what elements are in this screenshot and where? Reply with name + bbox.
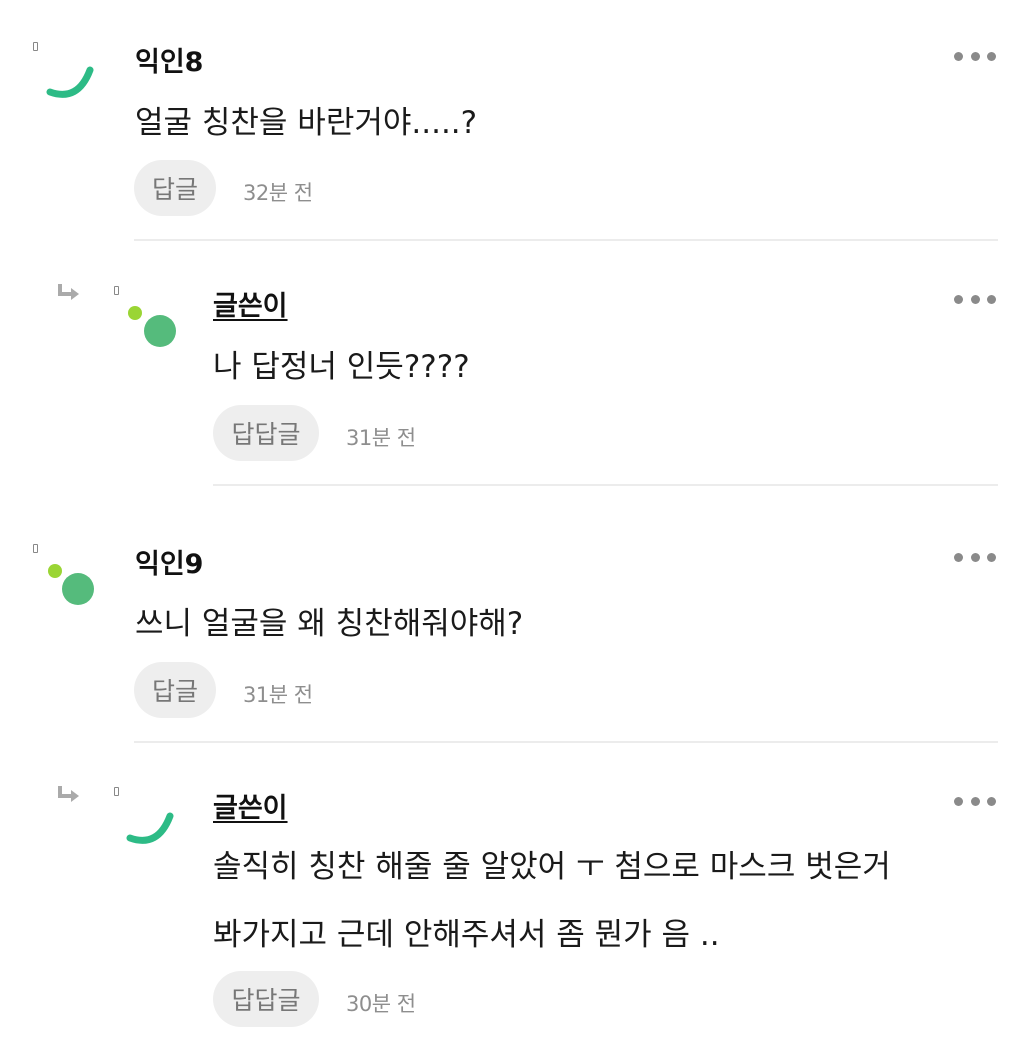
avatar-dots-icon: [48, 564, 94, 605]
profile-marker-icon: [114, 787, 119, 796]
comment-author[interactable]: 익인9: [135, 542, 203, 581]
profile-marker-icon: [33, 544, 38, 553]
divider: [213, 484, 998, 486]
more-dots-icon: [954, 51, 963, 61]
comment-timestamp: 31분 전: [243, 683, 313, 707]
comment-text: 쓰니 얼굴을 왜 칭찬해줘야해?: [135, 606, 524, 642]
more-options-button[interactable]: [954, 50, 996, 62]
avatar-arc-icon: [126, 812, 174, 844]
comment-timestamp: 30분 전: [346, 992, 416, 1016]
more-dots-icon: [954, 294, 963, 304]
divider: [134, 239, 998, 241]
comment-text: 얼굴 칭찬을 바란거야.....?: [135, 105, 478, 141]
profile-marker-icon: [33, 42, 38, 51]
more-options-button[interactable]: [954, 293, 996, 305]
profile-marker-icon: [114, 286, 119, 295]
more-dots-icon: [954, 552, 963, 562]
comment-text: 나 답정너 인듯????: [213, 349, 470, 385]
avatar-arc-icon: [46, 66, 94, 98]
reply-button[interactable]: 답글: [134, 160, 216, 216]
comment-author[interactable]: 글쓴이: [213, 786, 288, 825]
more-options-button[interactable]: [954, 551, 996, 563]
reply-arrow-icon: [58, 786, 79, 802]
reply-button[interactable]: 답글: [134, 662, 216, 718]
reply-button[interactable]: 답답글: [213, 971, 319, 1027]
comment-timestamp: 32분 전: [243, 181, 313, 205]
comment-timestamp: 31분 전: [346, 426, 416, 450]
avatar-dots-icon: [128, 306, 176, 347]
comment-author[interactable]: 익인8: [135, 40, 203, 79]
comment-text-line: 봐가지고 근데 안해주셔서 좀 뭔가 음 ..: [213, 917, 720, 953]
reply-button[interactable]: 답답글: [213, 405, 319, 461]
divider: [134, 741, 998, 743]
reply-arrow-icon: [58, 284, 79, 300]
comment-author[interactable]: 글쓴이: [213, 284, 288, 323]
more-options-button[interactable]: [954, 795, 996, 807]
comment-text-line: 솔직히 칭찬 해줄 줄 알았어 ㅜ 첨으로 마스크 벗은거: [213, 849, 891, 885]
more-dots-icon: [954, 796, 963, 806]
